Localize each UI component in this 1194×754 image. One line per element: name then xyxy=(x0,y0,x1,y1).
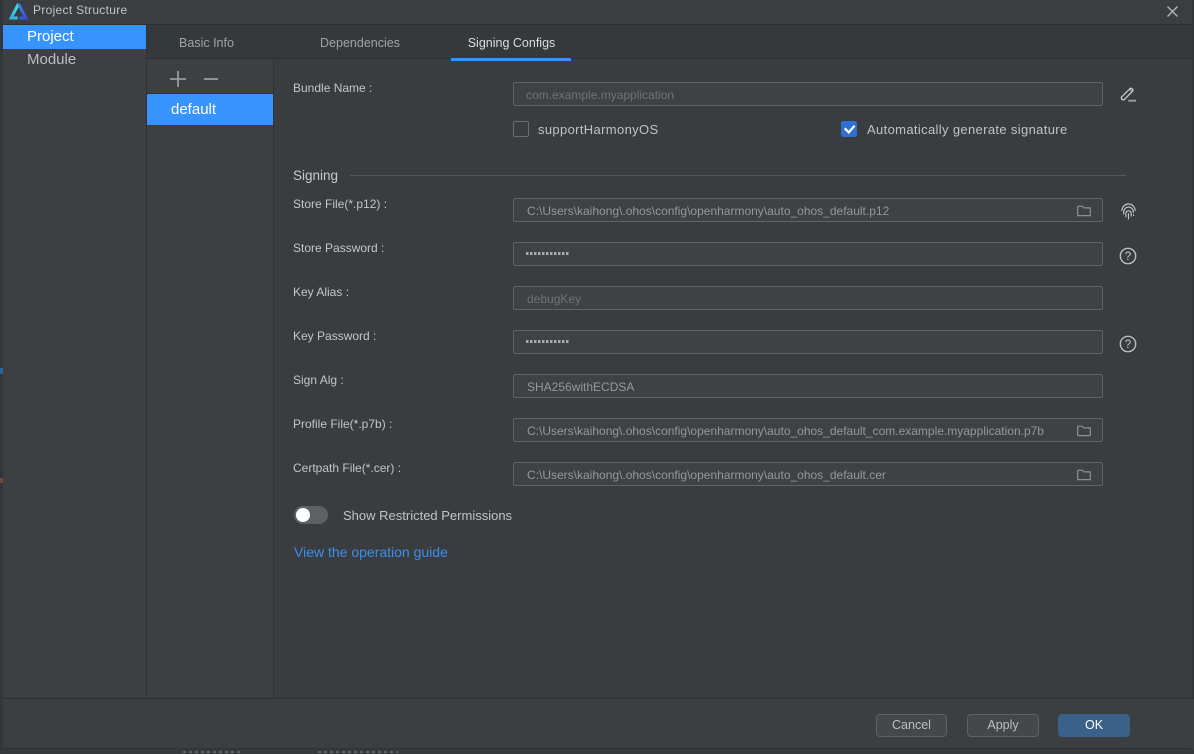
svg-text:?: ? xyxy=(1125,339,1131,351)
svg-text:?: ? xyxy=(1125,251,1131,263)
